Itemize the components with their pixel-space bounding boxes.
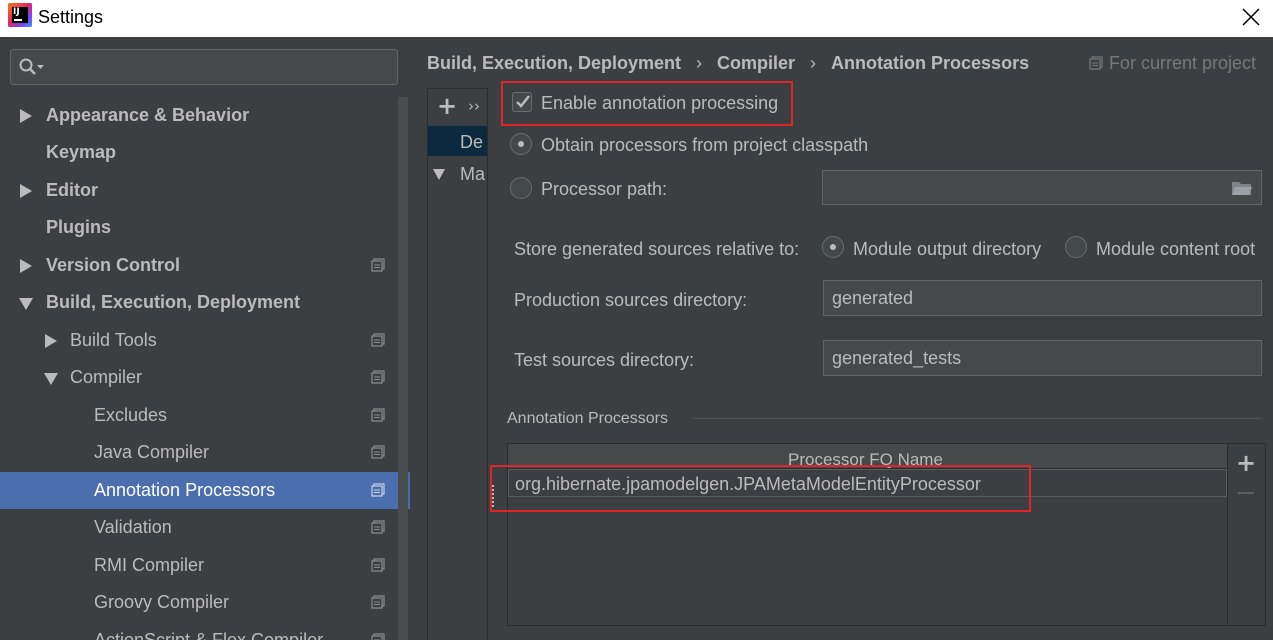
folder-icon[interactable]: [1231, 179, 1253, 197]
breadcrumb-item: Annotation Processors: [831, 53, 1030, 73]
sidebar-item-validation[interactable]: Validation: [0, 509, 398, 546]
profile-default[interactable]: De: [428, 126, 487, 156]
project-scope-icon: [1089, 56, 1103, 70]
sidebar-item-rmi-compiler[interactable]: RMI Compiler: [0, 547, 398, 584]
scope-label: For current project: [1089, 53, 1256, 74]
project-scope-icon: [371, 483, 385, 497]
sidebar-item-label: Annotation Processors: [94, 480, 276, 500]
sidebar-item-label: Appearance & Behavior: [46, 105, 250, 125]
breadcrumb-separator: ›: [696, 53, 703, 73]
production-sources-value: generated: [832, 288, 914, 308]
module-output-radio[interactable]: [822, 236, 844, 258]
close-icon[interactable]: [1237, 3, 1265, 31]
add-profile-button[interactable]: +: [437, 92, 457, 120]
test-sources-label: Test sources directory:: [514, 350, 695, 370]
section-divider: [692, 418, 1262, 419]
project-scope-icon: [371, 595, 385, 609]
project-scope-icon: [371, 333, 385, 347]
highlight-box: [490, 465, 1031, 512]
sidebar-item-label: Excludes: [94, 405, 168, 425]
sidebar-item-label: Keymap: [46, 142, 117, 162]
search-input[interactable]: [10, 49, 398, 85]
sidebar-scrollbar[interactable]: [398, 97, 408, 640]
sidebar-item-actionscript-flex-compiler[interactable]: ActionScript & Flex Compiler: [0, 622, 398, 640]
sidebar-item-annotation-processors[interactable]: Annotation Processors: [0, 472, 410, 509]
sidebar-item-plugins[interactable]: Plugins: [0, 209, 398, 246]
project-scope-icon: [371, 633, 385, 640]
intellij-logo-icon: IJ: [8, 3, 32, 27]
production-sources-label: Production sources directory:: [514, 290, 748, 310]
sidebar-item-label: RMI Compiler: [94, 555, 205, 575]
project-scope-icon: [371, 370, 385, 384]
processor-path-field[interactable]: [822, 170, 1262, 205]
add-processor-button[interactable]: +: [1236, 449, 1256, 477]
sidebar-item-build-tools[interactable]: Build Tools: [0, 322, 398, 359]
sidebar-item-label: Plugins: [46, 217, 112, 237]
sidebar-item-label: ActionScript & Flex Compiler: [94, 630, 324, 640]
settings-content: Build, Execution, Deployment › Compiler › An…: [410, 37, 1273, 640]
expand-arrow-icon[interactable]: [20, 109, 32, 123]
highlight-box: [501, 81, 793, 126]
section-title: Annotation Processors: [507, 410, 668, 427]
sidebar-item-excludes[interactable]: Excludes: [0, 397, 398, 434]
test-sources-field[interactable]: generated_tests: [823, 340, 1262, 376]
search-icon: [19, 58, 44, 75]
breadcrumb-item: Build, Execution, Deployment: [427, 53, 682, 73]
sidebar-item-java-compiler[interactable]: Java Compiler: [0, 434, 398, 471]
expand-arrow-icon[interactable]: [20, 259, 32, 273]
module-content-root-label[interactable]: Module content root: [1096, 239, 1255, 260]
sidebar-item-compiler[interactable]: Compiler: [0, 359, 398, 396]
module-content-root-radio[interactable]: [1065, 236, 1087, 258]
breadcrumb-item: Compiler: [717, 53, 796, 73]
sidebar-item-appearance[interactable]: Appearance & Behavior: [0, 97, 398, 134]
more-actions-button[interactable]: ››: [468, 97, 480, 115]
window-title: Settings: [38, 7, 104, 27]
obtain-from-classpath-radio[interactable]: [510, 133, 532, 155]
sidebar-item-label: Version Control: [46, 255, 181, 275]
project-scope-icon: [371, 408, 385, 422]
test-sources-value: generated_tests: [832, 348, 962, 368]
remove-processor-button[interactable]: [1238, 492, 1254, 494]
expand-arrow-icon[interactable]: [20, 184, 32, 198]
sidebar-item-label: Validation: [94, 517, 172, 537]
store-generated-label: Store generated sources relative to:: [514, 239, 800, 259]
sidebar-item-build-execution-deployment[interactable]: Build, Execution, Deployment: [0, 284, 398, 321]
module-output-label[interactable]: Module output directory: [853, 239, 1041, 260]
sidebar-item-label: Groovy Compiler: [94, 592, 230, 612]
scope-text: For current project: [1108, 53, 1256, 73]
project-scope-icon: [371, 445, 385, 459]
expand-arrow-icon[interactable]: [45, 334, 57, 348]
breadcrumb-separator: ›: [810, 53, 817, 73]
sidebar-item-version-control[interactable]: Version Control: [0, 247, 398, 284]
collapse-arrow-icon[interactable]: [433, 169, 445, 180]
breadcrumb: Build, Execution, Deployment › Compiler › An…: [427, 53, 1029, 74]
sidebar-item-label: Java Compiler: [94, 442, 210, 462]
settings-sidebar: Appearance & Behavior Keymap Editor Plug…: [0, 37, 410, 640]
project-scope-icon: [371, 558, 385, 572]
sidebar-item-label: Compiler: [70, 367, 143, 387]
processors-toolbar: +: [1228, 443, 1266, 626]
processor-path-label[interactable]: Processor path:: [541, 179, 667, 200]
production-sources-field[interactable]: generated: [823, 280, 1262, 316]
sidebar-item-label: Build, Execution, Deployment: [46, 292, 301, 312]
sidebar-item-keymap[interactable]: Keymap: [0, 134, 398, 171]
project-scope-icon: [371, 258, 385, 272]
profile-label: De: [460, 132, 484, 152]
project-scope-icon: [371, 520, 385, 534]
collapse-arrow-icon[interactable]: [19, 298, 33, 310]
sidebar-item-label: Editor: [46, 180, 98, 200]
obtain-from-classpath-label[interactable]: Obtain processors from project classpath: [541, 135, 868, 156]
profile-maven[interactable]: Ma: [460, 164, 485, 185]
sidebar-item-editor[interactable]: Editor: [0, 172, 398, 209]
profiles-panel: + ›› De Ma: [427, 88, 488, 640]
sidebar-item-groovy-compiler[interactable]: Groovy Compiler: [0, 584, 398, 621]
collapse-arrow-icon[interactable]: [44, 373, 58, 385]
title-bar: IJ Settings: [0, 0, 1273, 37]
processor-path-radio[interactable]: [510, 177, 532, 199]
sidebar-item-label: Build Tools: [70, 330, 157, 350]
